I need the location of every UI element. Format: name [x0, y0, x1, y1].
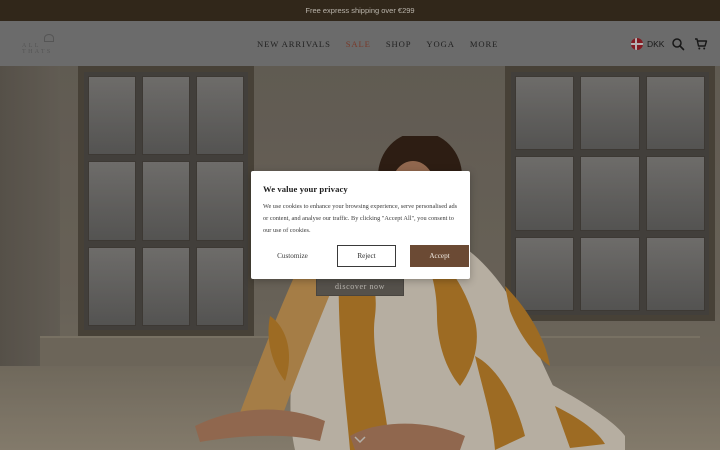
reject-button[interactable]: Reject: [337, 245, 396, 267]
cookie-consent-dialog: We value your privacy We use cookies to …: [251, 171, 470, 279]
cookie-dialog-title: We value your privacy: [263, 184, 348, 194]
cookie-dialog-actions: Customize Reject Accept: [263, 245, 469, 267]
accept-button[interactable]: Accept: [410, 245, 469, 267]
customize-button[interactable]: Customize: [263, 245, 322, 267]
cookie-dialog-body: We use cookies to enhance your browsing …: [263, 203, 458, 234]
